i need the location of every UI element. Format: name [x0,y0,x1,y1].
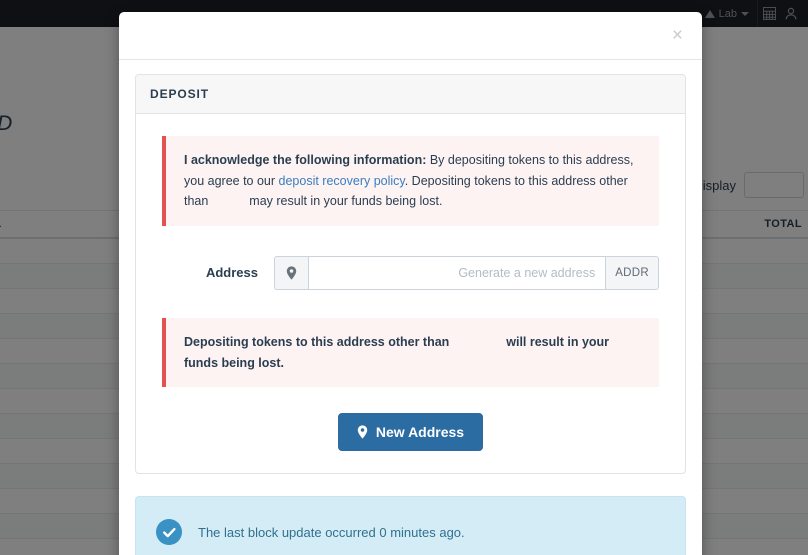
map-pin-glyph [286,266,297,280]
close-icon[interactable]: × [666,22,689,49]
deposit-warning-alert: Depositing tokens to this address other … [162,317,659,388]
submit-button-row: New Address [162,413,659,452]
deposit-recovery-policy-link[interactable]: deposit recovery policy [279,174,405,188]
check-circle-icon [156,519,182,546]
block-update-alert: The last block update occurred 0 minutes… [135,496,686,555]
screen: Lab [0,0,808,555]
check-glyph [162,527,176,537]
map-pin-icon [357,425,368,439]
acknowledge-warning-strong: I acknowledge the following information: [184,153,427,167]
deposit-panel-body: I acknowledge the following information:… [136,114,685,473]
new-address-button[interactable]: New Address [337,413,484,452]
map-pin-icon [274,255,308,290]
address-unit-addon[interactable]: ADDR [605,255,659,290]
deposit-modal: × DEPOSIT I acknowledge the following in… [119,12,702,555]
address-input-group: ADDR [274,255,659,290]
acknowledge-warning-alert: I acknowledge the following information:… [162,136,659,226]
acknowledge-warning-text-3: may result in your funds being lost. [245,194,443,209]
deposit-panel: DEPOSIT I acknowledge the following info… [135,74,686,475]
new-address-button-label: New Address [375,424,465,441]
address-label: Address [205,265,258,281]
panel-title: DEPOSIT [150,87,209,101]
address-input[interactable] [308,255,606,290]
deposit-panel-heading: DEPOSIT [136,75,685,114]
modal-body: DEPOSIT I acknowledge the following info… [119,60,702,555]
modal-header: × [119,12,702,60]
block-update-text: The last block update occurred 0 minutes… [198,524,465,540]
deposit-warning-text-1: Depositing tokens to this address other … [184,334,453,349]
address-form-row: Address ADDR [162,255,659,290]
